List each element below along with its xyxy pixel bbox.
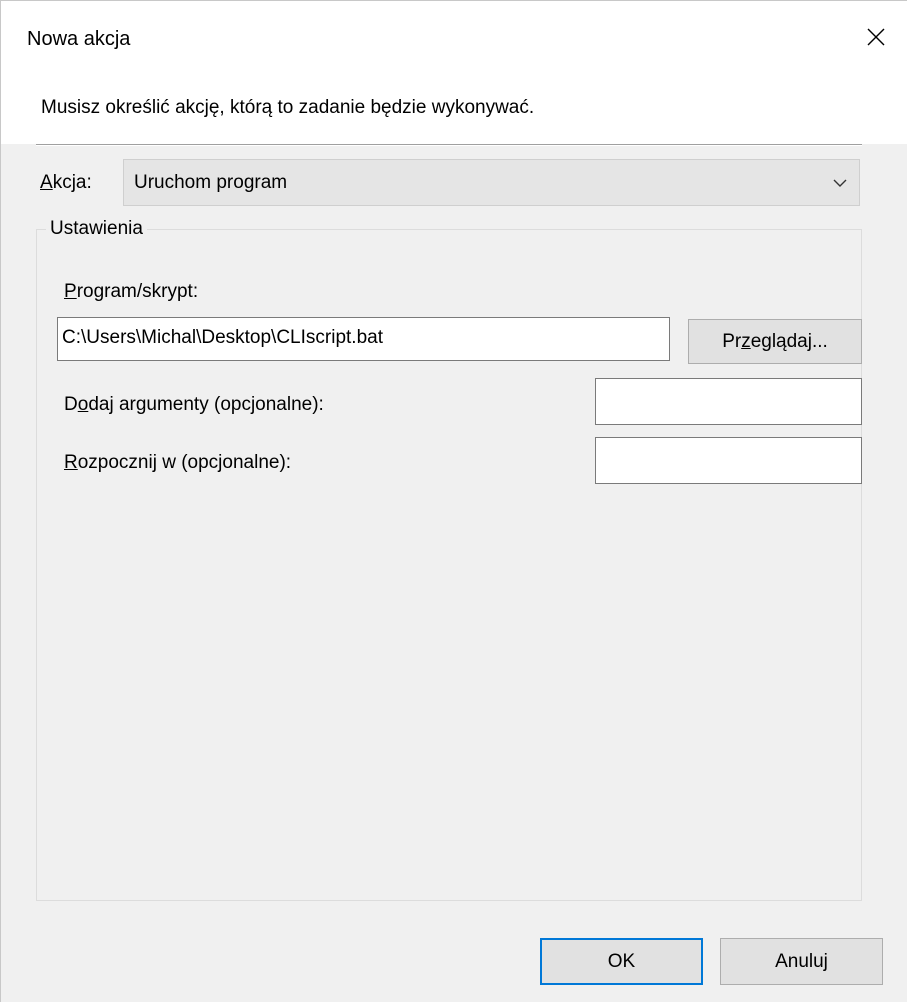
header-separator-highlight — [36, 145, 862, 146]
title-bar[interactable]: Nowa akcja — [1, 1, 907, 72]
browse-label-pre: Pr — [722, 330, 742, 352]
instruction-panel: Musisz określić akcję, którą to zadanie … — [1, 72, 907, 144]
browse-label-post: eglądaj... — [750, 330, 828, 352]
window-title: Nowa akcja — [27, 28, 131, 50]
action-label-accel: A — [40, 172, 53, 193]
action-label-rest: kcja: — [52, 172, 92, 193]
start-in-input[interactable] — [595, 437, 862, 484]
program-label-rest: rogram/skrypt: — [76, 281, 199, 302]
arguments-label-pre: D — [64, 394, 78, 415]
action-dropdown-value: Uruchom program — [134, 172, 288, 193]
settings-legend: Ustawienia — [46, 217, 147, 241]
close-icon — [867, 28, 885, 45]
browse-label-accel: z — [741, 330, 751, 352]
program-label-accel: P — [64, 281, 77, 302]
cancel-button[interactable]: Anuluj — [720, 938, 883, 985]
program-input[interactable]: C:\Users\Michal\Desktop\CLIscript.bat — [57, 317, 670, 361]
arguments-label-accel: o — [77, 394, 89, 415]
action-dropdown[interactable]: Uruchom program — [123, 159, 860, 206]
action-label: Akcja: — [40, 171, 92, 195]
dialog-window: Nowa akcja Musisz określić akcję, którą … — [0, 0, 907, 1002]
chevron-down-icon — [833, 179, 847, 187]
instruction-text: Musisz określić akcję, którą to zadanie … — [41, 97, 535, 118]
program-input-value: C:\Users\Michal\Desktop\CLIscript.bat — [62, 327, 383, 348]
browse-button[interactable]: Pr z eglądaj... — [688, 319, 862, 364]
start-in-label: Rozpocznij w (opcjonalne): — [64, 451, 291, 475]
start-in-label-rest: ozpocznij w (opcjonalne): — [77, 452, 292, 473]
arguments-label: Dodaj argumenty (opcjonalne): — [64, 393, 324, 417]
arguments-input[interactable] — [595, 378, 862, 425]
program-label: Program/skrypt: — [64, 280, 198, 304]
close-button[interactable] — [845, 1, 907, 72]
window-border-left — [0, 0, 1, 1002]
start-in-label-accel: R — [64, 452, 78, 473]
ok-button[interactable]: OK — [540, 938, 703, 985]
arguments-label-post: daj argumenty (opcjonalne): — [88, 394, 324, 415]
